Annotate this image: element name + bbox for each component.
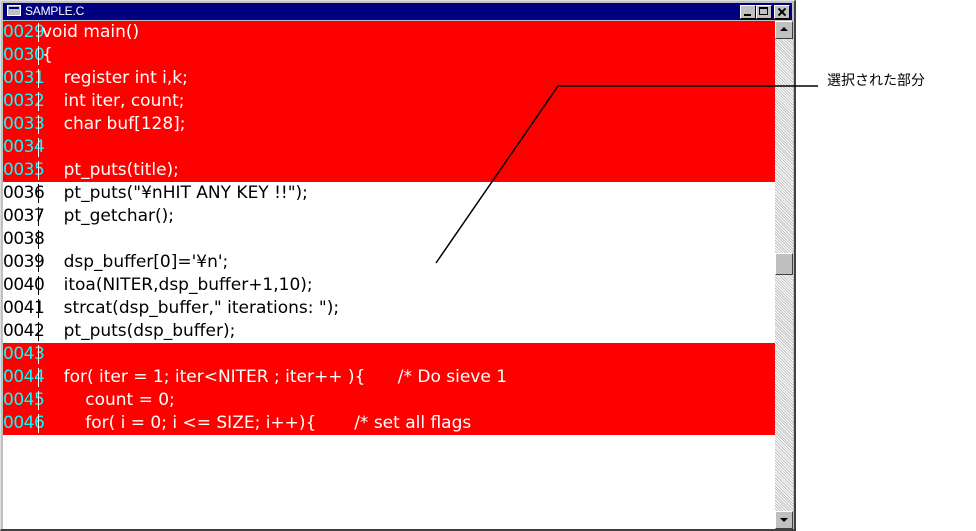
line-number: 0034 [3, 137, 45, 157]
line-number: 0029 [3, 22, 45, 42]
gutter-separator [38, 322, 39, 341]
gutter-separator [38, 46, 39, 65]
gutter-separator [38, 92, 39, 111]
line-number: 0042 [3, 321, 45, 341]
code-line[interactable]: 0043 [3, 343, 775, 366]
close-button[interactable] [774, 5, 790, 19]
code-line[interactable]: 0038 [3, 228, 775, 251]
editor-window: SAMPLE.C 0029 void main() 0030{0031 regist… [0, 0, 796, 531]
gutter-separator [38, 207, 39, 226]
code-editor[interactable]: 0029 void main() 0030{0031 register int i,… [3, 21, 775, 529]
code-line[interactable]: 0035 pt_puts(title); [3, 159, 775, 182]
gutter-separator [38, 184, 39, 203]
code-text[interactable]: count = 0; [42, 389, 175, 412]
line-number: 0035 [3, 160, 45, 180]
code-text[interactable]: itoa(NITER,dsp_buffer+1,10); [42, 274, 313, 297]
line-number: 0043 [3, 344, 45, 364]
gutter-separator [38, 69, 39, 88]
code-line[interactable]: 0045 count = 0; [3, 389, 775, 412]
line-number: 0037 [3, 206, 45, 226]
line-number: 0032 [3, 91, 45, 111]
title-bar[interactable]: SAMPLE.C [3, 3, 792, 20]
line-number: 0041 [3, 298, 45, 318]
gutter-separator [38, 253, 39, 272]
line-number: 0046 [3, 413, 45, 433]
line-number: 0044 [3, 367, 45, 387]
document-icon[interactable] [7, 5, 21, 16]
maximize-button[interactable] [756, 5, 772, 19]
code-text[interactable]: register int i,k; [42, 67, 188, 90]
window-title: SAMPLE.C [25, 4, 85, 18]
code-line[interactable]: 0034 [3, 136, 775, 159]
code-line[interactable]: 0037 pt_getchar(); [3, 205, 775, 228]
vertical-scrollbar[interactable] [775, 21, 793, 529]
code-text[interactable]: pt_puts(dsp_buffer); [42, 320, 236, 343]
gutter-separator [38, 368, 39, 387]
minimize-button[interactable] [740, 5, 756, 19]
code-text[interactable]: for( i = 0; i <= SIZE; i++){ /* set all … [42, 412, 471, 435]
gutter-separator [38, 276, 39, 295]
gutter-separator [38, 345, 39, 364]
code-text[interactable]: pt_getchar(); [42, 205, 174, 228]
code-line[interactable]: 0029 void main() [3, 21, 775, 44]
code-text[interactable]: void main() [42, 21, 139, 44]
code-text[interactable]: int iter, count; [42, 90, 185, 113]
code-line[interactable]: 0042 pt_puts(dsp_buffer); [3, 320, 775, 343]
code-text[interactable]: pt_puts(title); [42, 159, 179, 182]
line-number: 0045 [3, 390, 45, 410]
line-number: 0030 [3, 45, 45, 65]
gutter-separator [38, 230, 39, 249]
line-number: 0033 [3, 114, 45, 134]
code-line[interactable]: 0030{ [3, 44, 775, 67]
code-text[interactable]: for( iter = 1; iter<NITER ; iter++ ){ /*… [42, 366, 507, 389]
code-line[interactable]: 0039 dsp_buffer[0]='¥n'; [3, 251, 775, 274]
line-number: 0040 [3, 275, 45, 295]
code-text[interactable]: char buf[128]; [42, 113, 186, 136]
code-line[interactable]: 0040 itoa(NITER,dsp_buffer+1,10); [3, 274, 775, 297]
code-line[interactable]: 0036 pt_puts("¥nHIT ANY KEY !!"); [3, 182, 775, 205]
code-text[interactable]: pt_puts("¥nHIT ANY KEY !!"); [42, 182, 308, 205]
gutter-separator [38, 414, 39, 433]
code-line[interactable]: 0033 char buf[128]; [3, 113, 775, 136]
code-text[interactable]: dsp_buffer[0]='¥n'; [42, 251, 229, 274]
gutter-separator [38, 115, 39, 134]
line-number: 0036 [3, 183, 45, 203]
code-line[interactable]: 0041 strcat(dsp_buffer," iterations: "); [3, 297, 775, 320]
code-line[interactable]: 0046 for( i = 0; i <= SIZE; i++){ /* set… [3, 412, 775, 435]
scroll-down-button[interactable] [775, 511, 793, 529]
gutter-separator [38, 161, 39, 180]
code-line[interactable]: 0032 int iter, count; [3, 90, 775, 113]
selection-annotation-label: 選択された部分 [827, 73, 925, 89]
gutter-separator [38, 391, 39, 410]
scroll-thumb[interactable] [775, 253, 793, 275]
gutter-separator [38, 299, 39, 318]
gutter-separator [38, 23, 39, 42]
code-text[interactable]: strcat(dsp_buffer," iterations: "); [42, 297, 339, 320]
line-number: 0038 [3, 229, 45, 249]
code-line[interactable]: 0031 register int i,k; [3, 67, 775, 90]
gutter-separator [38, 138, 39, 157]
line-number: 0039 [3, 252, 45, 272]
scroll-up-button[interactable] [775, 21, 793, 39]
line-number: 0031 [3, 68, 45, 88]
code-text[interactable]: { [42, 44, 53, 67]
code-line[interactable]: 0044 for( iter = 1; iter<NITER ; iter++ … [3, 366, 775, 389]
